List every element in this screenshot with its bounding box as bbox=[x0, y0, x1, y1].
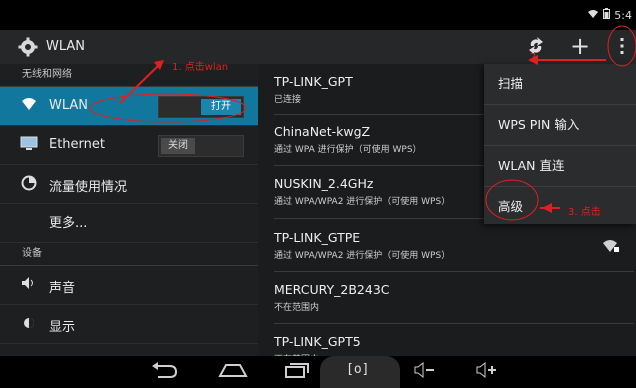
page-title: WLAN bbox=[46, 39, 86, 54]
sidebar-item-label: WLAN bbox=[49, 98, 89, 113]
brightness-icon bbox=[20, 315, 38, 333]
divider bbox=[274, 323, 634, 324]
menu-item-advanced[interactable]: 高级 bbox=[484, 187, 636, 227]
sidebar-item-data-usage[interactable]: 流量使用情况 bbox=[0, 165, 258, 204]
wifi-icon bbox=[587, 9, 599, 22]
status-icons: 5:4 bbox=[587, 8, 632, 22]
sidebar-item-display[interactable]: 显示 bbox=[0, 305, 258, 344]
network-item[interactable]: MERCURY_2B243C 不在范围内 bbox=[274, 282, 634, 322]
sidebar-item-ethernet[interactable]: Ethernet 关闭 bbox=[0, 126, 258, 165]
wifi-icon bbox=[20, 97, 38, 115]
data-usage-icon bbox=[20, 175, 38, 193]
network-name: TP-LINK_GPT5 bbox=[274, 334, 361, 349]
sidebar-item-sound[interactable]: 声音 bbox=[0, 266, 258, 305]
battery-icon bbox=[603, 8, 611, 22]
divider bbox=[274, 271, 634, 272]
sidebar-item-more[interactable]: 更多... bbox=[0, 204, 258, 243]
action-bar: WLAN + bbox=[0, 30, 636, 65]
clock: 5:4 bbox=[614, 8, 632, 22]
network-name: MERCURY_2B243C bbox=[274, 282, 390, 297]
toggle-on-label: 打开 bbox=[201, 99, 241, 115]
recent-apps-icon[interactable] bbox=[284, 362, 310, 382]
overflow-menu: 扫描 WPS PIN 输入 WLAN 直连 高级 bbox=[484, 64, 636, 224]
wifi-lock-icon bbox=[602, 238, 620, 257]
settings-gear-icon[interactable] bbox=[18, 37, 38, 57]
annotation-step1: 1. 点击wlan bbox=[172, 62, 229, 73]
network-name: TP-LINK_GTPE bbox=[274, 230, 361, 245]
home-icon[interactable] bbox=[218, 362, 248, 382]
menu-item-wps-pin[interactable]: WPS PIN 输入 bbox=[484, 105, 636, 146]
menu-item-scan[interactable]: 扫描 bbox=[484, 64, 636, 105]
annotation-step3: 3. 点击 bbox=[568, 207, 601, 218]
toggle-off-label: 关闭 bbox=[161, 138, 195, 154]
menu-item-wlan-direct[interactable]: WLAN 直连 bbox=[484, 146, 636, 187]
sidebar-item-label: 更多... bbox=[49, 216, 88, 231]
section-header-device: 设备 bbox=[0, 243, 258, 266]
sidebar-item-label: 显示 bbox=[49, 320, 76, 335]
ethernet-toggle[interactable]: 关闭 bbox=[158, 135, 244, 157]
add-network-icon[interactable]: + bbox=[570, 34, 590, 58]
navigation-bar: [o] bbox=[0, 356, 636, 388]
overflow-menu-icon[interactable] bbox=[618, 36, 626, 59]
volume-down-icon[interactable] bbox=[414, 361, 436, 382]
wlan-toggle[interactable]: 打开 bbox=[158, 96, 244, 118]
speaker-icon bbox=[20, 276, 38, 294]
sidebar-item-label: 流量使用情况 bbox=[49, 180, 128, 195]
settings-sidebar: 无线和网络 WLAN 打开 Ethernet 关闭 流量使用情况 更多... 设… bbox=[0, 64, 258, 356]
network-status: 不在范围内 bbox=[274, 303, 320, 313]
monitor-icon bbox=[20, 136, 38, 154]
sidebar-item-wlan[interactable]: WLAN 打开 bbox=[0, 87, 258, 126]
back-icon[interactable] bbox=[150, 362, 178, 382]
sidebar-item-label: Ethernet bbox=[49, 137, 105, 152]
network-status: 通过 WPA/WPA2 进行保护（可使用 WPS） bbox=[274, 251, 451, 261]
annotation-step2: 2 bbox=[530, 52, 537, 63]
screenshot-icon[interactable]: [o] bbox=[320, 356, 400, 388]
volume-up-icon[interactable] bbox=[476, 361, 498, 382]
network-item[interactable]: TP-LINK_GTPE 通过 WPA/WPA2 进行保护（可使用 WPS） bbox=[274, 230, 634, 270]
sidebar-item-label: 声音 bbox=[49, 281, 76, 296]
status-bar: 5:4 bbox=[0, 0, 636, 30]
